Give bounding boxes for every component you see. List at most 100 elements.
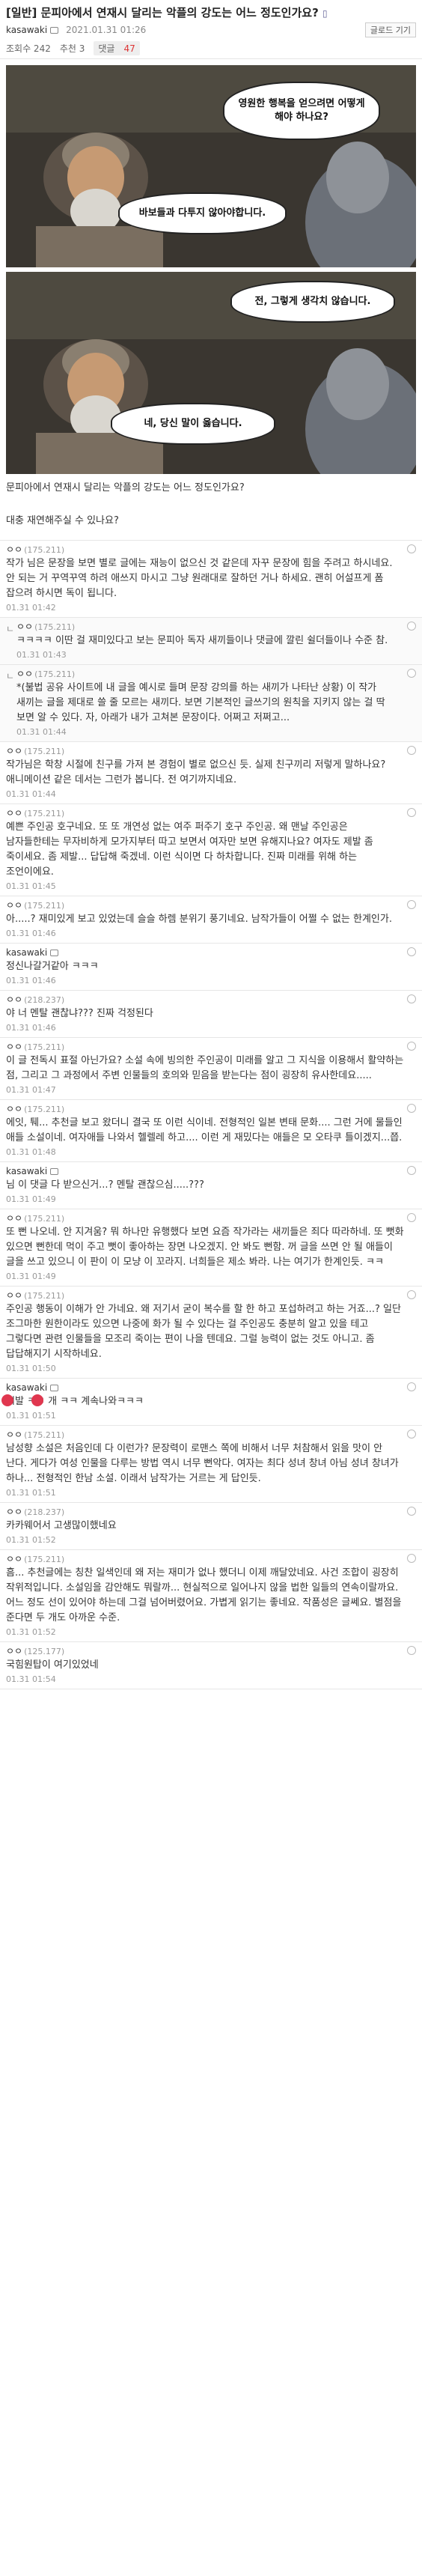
comment-author[interactable]: ㅇㅇ bbox=[6, 745, 22, 758]
post-meta: kasawaki 2021.01.31 01:26 글로드 기기 bbox=[0, 22, 422, 38]
comment-list: ㅇㅇ (175.211) 작가 님은 문장을 보면 별로 글에는 재능이 없으신 것… bbox=[0, 540, 422, 1689]
comment-date: 01.31 01:51 bbox=[6, 1411, 56, 1421]
comment-delete-button[interactable] bbox=[407, 994, 416, 1003]
comment-text: 작가 님은 문장을 보면 별로 글에는 재능이 없으신 것 같은데 자꾸 문장에… bbox=[6, 558, 393, 599]
comment-ip: (175.211) bbox=[24, 901, 65, 911]
comment-text: 흠... 추천글에는 칭찬 일색인데 왜 저는 재미가 없나 했더니 이제 깨달… bbox=[6, 1567, 402, 1623]
comment-header: ㅇㅇ (175.211) bbox=[6, 1553, 416, 1566]
comment-item: kasawaki 정신나갈거같아 ㅋㅋㅋ 01.31 01:46 bbox=[0, 944, 422, 991]
comment-author[interactable]: kasawaki bbox=[6, 947, 47, 959]
badge-icon bbox=[50, 1168, 59, 1175]
comment-delete-button[interactable] bbox=[407, 1430, 416, 1439]
comment-text: 주인공 행동이 이해가 안 가네요. 왜 저기서 굳이 복수를 할 한 하고 포… bbox=[6, 1304, 401, 1360]
comment-date: 01.31 01:46 bbox=[6, 976, 56, 985]
badge-icon bbox=[50, 26, 59, 34]
comment-item: ㅇㅇ (218.237) 카카웨어서 고생많이했네요 01.31 01:52 bbox=[0, 1503, 422, 1550]
comment-delete-button[interactable] bbox=[407, 746, 416, 755]
comment-header: ㅇㅇ (175.211) bbox=[6, 544, 416, 556]
post-body: 문피아에서 연재시 달리는 악플의 강도는 어느 정도인가요? 대충 재연해주실… bbox=[0, 474, 422, 535]
comment-author[interactable]: ㅇㅇ bbox=[6, 807, 22, 820]
comment-author[interactable]: ㅇㅇ bbox=[6, 1041, 22, 1054]
comment-ip: (175.211) bbox=[24, 747, 65, 756]
comment-delete-button[interactable] bbox=[407, 1382, 416, 1391]
comment-delete-button[interactable] bbox=[407, 1042, 416, 1051]
comment-author[interactable]: ㅇㅇ bbox=[6, 899, 22, 912]
comment-count[interactable]: 댓글 47 bbox=[94, 41, 140, 55]
comment-item: ㅇㅇ (175.211) 아.....? 재미있게 보고 있었는데 슬슬 하렘 분위… bbox=[0, 896, 422, 944]
comment-date: 01.31 01:50 bbox=[6, 1364, 56, 1373]
comment-author[interactable]: ㅇㅇ bbox=[6, 1506, 22, 1519]
comment-delete-button[interactable] bbox=[407, 1104, 416, 1113]
comment-text: 또 뻔 나오네. 안 지겨움? 뭐 하나만 유행했다 보면 요즘 작가라는 새끼… bbox=[6, 1227, 404, 1268]
comment-author[interactable]: ㅇㅇ bbox=[6, 1553, 22, 1566]
comment-header: kasawaki bbox=[6, 1382, 416, 1394]
comment-item: ㅇㅇ (175.211) 에잇, 퉤... 추천글 보고 왔더니 결국 또 이런 식… bbox=[0, 1100, 422, 1162]
comment-delete-button[interactable] bbox=[407, 1507, 416, 1516]
comment-date: 01.31 01:49 bbox=[6, 1272, 56, 1281]
comment-author[interactable]: kasawaki bbox=[6, 1382, 47, 1394]
comment-delete-button[interactable] bbox=[407, 1290, 416, 1299]
comment-date: 01.31 01:49 bbox=[6, 1194, 56, 1204]
comment-header: ㅇㅇ (125.177) bbox=[6, 1645, 416, 1658]
comment-header: ㅇㅇ (218.237) bbox=[6, 994, 416, 1006]
comment-ip: (175.211) bbox=[24, 1214, 65, 1224]
comment-delete-button[interactable] bbox=[407, 669, 416, 678]
comment-delete-button[interactable] bbox=[407, 1166, 416, 1175]
comment-date: 01.31 01:45 bbox=[6, 881, 56, 891]
comment-delete-button[interactable] bbox=[407, 808, 416, 817]
comment-header: ㅇㅇ (175.211) bbox=[6, 899, 416, 912]
comment-delete-button[interactable] bbox=[407, 1554, 416, 1563]
comment-delete-button[interactable] bbox=[407, 1646, 416, 1655]
comment-delete-button[interactable] bbox=[407, 622, 416, 631]
comment-date: 01.31 01:44 bbox=[16, 727, 67, 737]
comment-text: 정신나갈거같아 ㅋㅋㅋ bbox=[6, 961, 99, 972]
badge-icon bbox=[50, 1385, 59, 1391]
page-title: [일반] 문피아에서 연재시 달리는 악플의 강도는 어느 정도인가요? ▯ bbox=[6, 6, 328, 19]
comment-date: 01.31 01:46 bbox=[6, 1023, 56, 1033]
list-button[interactable]: 글로드 기기 bbox=[364, 22, 416, 37]
comment-text: ㅋㅋㅋㅋ 이딴 걸 재미있다고 보는 문피아 독자 새끼들이나 댓글에 깔린 쉴… bbox=[16, 635, 388, 646]
comment-author[interactable]: kasawaki bbox=[6, 1165, 47, 1178]
author-nick[interactable]: kasawaki bbox=[6, 25, 47, 35]
speech-bubble-1: 영원한 행복을 얻으려면 어떻게 해야 하나요? bbox=[223, 82, 380, 140]
meme-panel-top: 영원한 행복을 얻으려면 어떻게 해야 하나요? 바보들과 다투지 않아야합니다… bbox=[6, 65, 416, 267]
comment-ip: (218.237) bbox=[24, 1507, 65, 1517]
comment-author[interactable]: ㅇㅇ bbox=[6, 1289, 22, 1302]
comment-delete-button[interactable] bbox=[407, 947, 416, 956]
speech-bubble-3: 전, 그렇게 생각치 않습니다. bbox=[230, 281, 395, 323]
comment-ip: (125.177) bbox=[24, 1647, 65, 1656]
comment-text: 씨발 ㅋㅋ 개 ㅋㅋ 계속나와ㅋㅋㅋ bbox=[6, 1396, 144, 1407]
comment-author[interactable]: ㅇㅇ bbox=[16, 621, 33, 634]
comment-item: kasawaki 님 이 댓글 다 받으신거...? 멘탈 괜찮으심.....??… bbox=[0, 1162, 422, 1209]
comment-author[interactable]: ㅇㅇ bbox=[16, 668, 33, 681]
post-stats: 조회수 242 추천 3 댓글 47 bbox=[0, 38, 422, 59]
comment-header: ㅇㅇ (218.237) bbox=[6, 1506, 416, 1519]
comment-author[interactable]: ㅇㅇ bbox=[6, 544, 22, 556]
comment-delete-button[interactable] bbox=[407, 1213, 416, 1222]
red-dot bbox=[1, 1394, 13, 1406]
reply-arrow-icon: ㄴ bbox=[6, 624, 15, 634]
comment-author[interactable]: ㅇㅇ bbox=[6, 994, 22, 1006]
comment-ip: (175.211) bbox=[34, 622, 76, 632]
comment-header: kasawaki bbox=[6, 1165, 416, 1178]
badge-icon bbox=[50, 950, 59, 956]
comment-item: ㅇㅇ (175.211) 주인공 행동이 이해가 안 가네요. 왜 저기서 굳이 복… bbox=[0, 1287, 422, 1379]
views-count: 조회수 242 bbox=[6, 43, 51, 54]
meme-image: 영원한 행복을 얻으려면 어떻게 해야 하나요? 바보들과 다투지 않아야합니다… bbox=[0, 59, 422, 474]
comment-date: 01.31 01:43 bbox=[16, 650, 67, 660]
comment-item: ㅇㅇ (218.237) 야 너 멘탈 괜찮냐??? 진짜 걱정된다 01.31 01… bbox=[0, 991, 422, 1038]
speech-bubble-2: 바보들과 다투지 않아야합니다. bbox=[118, 192, 287, 234]
comment-author[interactable]: ㅇㅇ bbox=[6, 1429, 22, 1442]
comment-author[interactable]: ㅇㅇ bbox=[6, 1212, 22, 1225]
comment-ip: (175.211) bbox=[24, 1555, 65, 1564]
comment-text: 아.....? 재미있게 보고 있었는데 슬슬 하렘 분위기 풍기네요. 남작가… bbox=[6, 914, 392, 925]
comment-text: 예쁜 주인공 호구네요. 또 또 개연성 없는 여주 퍼주기 호구 주인공. 왜… bbox=[6, 821, 373, 878]
comment-ip: (175.211) bbox=[24, 809, 65, 818]
post-date: 2021.01.31 01:26 bbox=[66, 25, 147, 35]
comment-text: 작가님은 학창 시절에 친구를 가져 본 경험이 별로 없으신 듯. 실제 친구… bbox=[6, 759, 386, 786]
comment-delete-button[interactable] bbox=[407, 900, 416, 909]
comment-author[interactable]: ㅇㅇ bbox=[6, 1103, 22, 1116]
comment-delete-button[interactable] bbox=[407, 544, 416, 553]
comment-author[interactable]: ㅇㅇ bbox=[6, 1645, 22, 1658]
post-body-line: 문피아에서 연재시 달리는 악플의 강도는 어느 정도인가요? bbox=[6, 482, 245, 493]
